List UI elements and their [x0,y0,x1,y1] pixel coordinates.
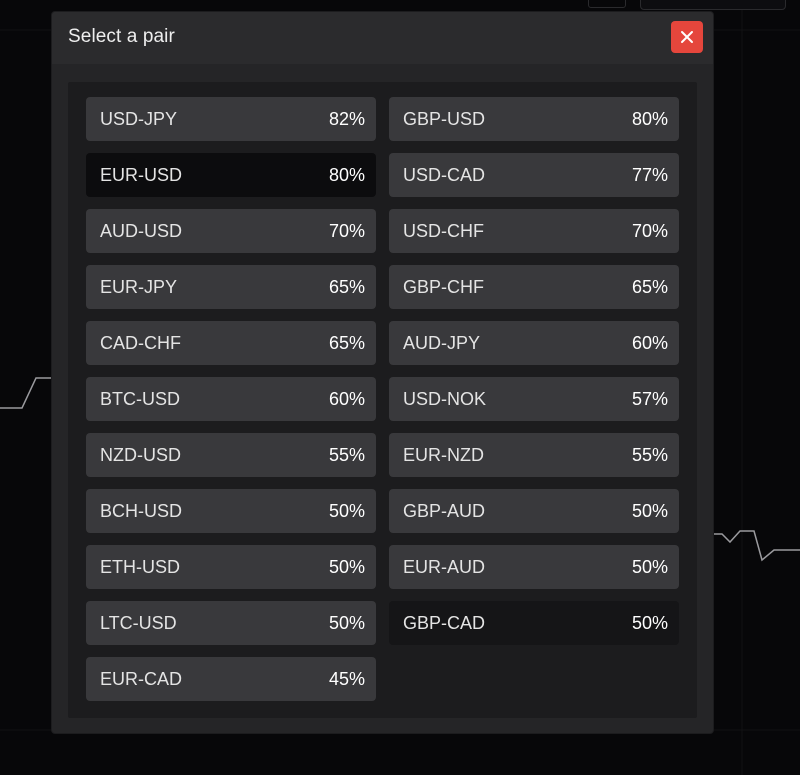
pair-payout: 80% [328,164,365,185]
pair-option-eth-usd[interactable]: ETH-USD 50% [86,545,376,589]
price-line-right [713,530,800,562]
pair-name: CAD-CHF [100,332,181,353]
pair-payout: 80% [631,108,668,129]
pair-option-aud-jpy[interactable]: AUD-JPY 60% [389,321,679,365]
pair-grid: USD-JPY 82% GBP-USD 80% EUR-USD 80% USD-CAD 77%… [86,97,679,701]
pair-payout: 77% [631,164,668,185]
pair-name: USD-JPY [100,108,178,129]
close-icon [680,30,694,44]
pair-option-bch-usd[interactable]: BCH-USD 50% [86,489,376,533]
pair-name: BCH-USD [100,500,183,521]
pair-option-cad-chf[interactable]: CAD-CHF 65% [86,321,376,365]
pair-option-gbp-chf[interactable]: GBP-CHF 65% [389,265,679,309]
close-button[interactable] [671,21,703,53]
pair-name: AUD-USD [100,220,183,241]
pair-name: LTC-USD [100,612,177,633]
pair-option-aud-usd[interactable]: AUD-USD 70% [86,209,376,253]
pair-payout: 65% [328,276,365,297]
pair-name: EUR-JPY [100,276,178,297]
pair-option-usd-cad[interactable]: USD-CAD 77% [389,153,679,197]
price-line-left [0,377,52,409]
pair-option-ltc-usd[interactable]: LTC-USD 50% [86,601,376,645]
pair-payout: 55% [328,444,365,465]
pair-name: USD-NOK [403,388,487,409]
pair-option-eur-aud[interactable]: EUR-AUD 50% [389,545,679,589]
pair-payout: 82% [328,108,365,129]
pair-payout: 70% [631,220,668,241]
pair-payout: 45% [328,668,365,689]
pair-option-usd-nok[interactable]: USD-NOK 57% [389,377,679,421]
pair-payout: 60% [328,388,365,409]
pair-payout: 50% [328,500,365,521]
modal-header: Select a pair [52,12,713,64]
pair-name: NZD-USD [100,444,181,465]
pair-name: EUR-CAD [100,668,183,689]
pair-name: ETH-USD [100,556,180,577]
pair-payout: 57% [631,388,668,409]
modal-title: Select a pair [68,26,175,47]
pair-option-usd-chf[interactable]: USD-CHF 70% [389,209,679,253]
pair-list-panel: USD-JPY 82% GBP-USD 80% EUR-USD 80% USD-CAD 77%… [68,82,697,718]
pair-payout: 65% [328,332,365,353]
pair-name: BTC-USD [100,388,180,409]
pair-payout: 60% [631,332,668,353]
select-pair-modal: Select a pair USD-JPY 82% GBP-USD 80% EUR-US… [52,12,713,733]
pair-payout: 50% [631,612,668,633]
pair-option-nzd-usd[interactable]: NZD-USD 55% [86,433,376,477]
pair-payout: 50% [631,556,668,577]
pair-name: EUR-NZD [403,444,484,465]
pair-option-gbp-cad[interactable]: GBP-CAD 50% [389,601,679,645]
pair-option-usd-jpy[interactable]: USD-JPY 82% [86,97,376,141]
pair-name: GBP-CHF [403,276,484,297]
pair-payout: 65% [631,276,668,297]
pair-payout: 70% [328,220,365,241]
pair-option-eur-cad[interactable]: EUR-CAD 45% [86,657,376,701]
pair-payout: 50% [328,612,365,633]
toolbar-button[interactable] [588,0,626,8]
pair-name: EUR-AUD [403,556,486,577]
pair-option-gbp-aud[interactable]: GBP-AUD 50% [389,489,679,533]
pair-name: GBP-CAD [403,612,486,633]
pair-name: GBP-AUD [403,500,486,521]
pair-option-btc-usd[interactable]: BTC-USD 60% [86,377,376,421]
pair-option-eur-usd[interactable]: EUR-USD 80% [86,153,376,197]
pair-name: AUD-JPY [403,332,481,353]
toolbar-button[interactable] [640,0,786,10]
pair-option-eur-nzd[interactable]: EUR-NZD 55% [389,433,679,477]
pair-payout: 50% [328,556,365,577]
pair-name: GBP-USD [403,108,486,129]
pair-option-gbp-usd[interactable]: GBP-USD 80% [389,97,679,141]
pair-payout: 50% [631,500,668,521]
pair-name: USD-CAD [403,164,486,185]
pair-option-eur-jpy[interactable]: EUR-JPY 65% [86,265,376,309]
pair-name: EUR-USD [100,164,183,185]
pair-name: USD-CHF [403,220,484,241]
pair-payout: 55% [631,444,668,465]
